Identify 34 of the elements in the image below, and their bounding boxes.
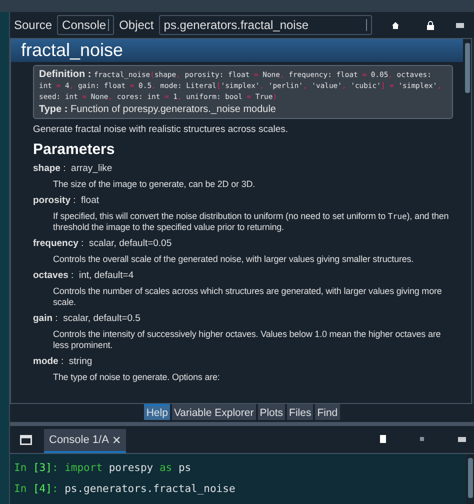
object-field[interactable]: ps.generators.fractal_noise xyxy=(158,15,372,35)
pane-tab[interactable]: Find xyxy=(315,404,340,420)
param-heading: octaves : int, default=4 xyxy=(33,270,135,281)
param-description: Controls the overall scale of the generated noise, with larger values giving smaller structures. xyxy=(53,254,415,265)
console-tab-label: Console 1/A xyxy=(49,434,109,446)
type-text: Type : Function of porespy.generators._noise module xyxy=(39,104,277,115)
pane-tab[interactable]: Files xyxy=(287,404,314,420)
summary-text: Generate fractal noise with realistic structures across scales. xyxy=(33,124,290,135)
pane-tab[interactable]: Plots xyxy=(258,404,286,420)
param-description: Controls the number of scales across which structures are generated, with larger values giving more scale. xyxy=(53,286,443,308)
param-description: If specified, this will convert the noise distribution to uniform (no need to set uniform to True), and then threshold the image to the specified value prior to returning. xyxy=(53,211,450,233)
param-heading: porosity : float xyxy=(33,195,100,206)
object-label: Object xyxy=(119,18,154,32)
console-line: In [4]: ps.generators.fractal_noise xyxy=(14,483,236,495)
lock-icon[interactable] xyxy=(426,20,434,30)
source-label: Source xyxy=(14,18,52,32)
param-description: The type of noise to generate. Options are: xyxy=(53,372,221,383)
console-line: In [3]: import porespy as ps xyxy=(14,462,192,474)
console-tab[interactable]: Console 1/A ✕ xyxy=(44,429,126,453)
param-heading: shape : array_like xyxy=(33,163,114,174)
param-heading: mode : string xyxy=(33,356,94,367)
scrollbar[interactable] xyxy=(466,454,474,504)
pane-tab[interactable]: Help xyxy=(144,404,170,420)
pane-tab[interactable]: Variable Explorer xyxy=(172,404,256,420)
param-heading: frequency : scalar, default=0.05 xyxy=(33,238,173,249)
param-description: Controls the intensity of successively higher octaves. Values below 1.0 mean the higher octaves are less prominent. xyxy=(53,329,442,351)
home-icon[interactable] xyxy=(392,22,399,28)
param-description: The size of the image to generate, can be 2D or 3D. xyxy=(53,179,256,190)
window-icon[interactable] xyxy=(20,435,32,445)
help-title: fractal_noise xyxy=(11,39,463,62)
param-heading: gain : scalar, default=0.5 xyxy=(33,313,142,324)
section-heading: Parameters xyxy=(33,141,116,158)
source-dropdown[interactable]: Console xyxy=(57,15,114,35)
close-icon[interactable]: ✕ xyxy=(112,434,121,446)
